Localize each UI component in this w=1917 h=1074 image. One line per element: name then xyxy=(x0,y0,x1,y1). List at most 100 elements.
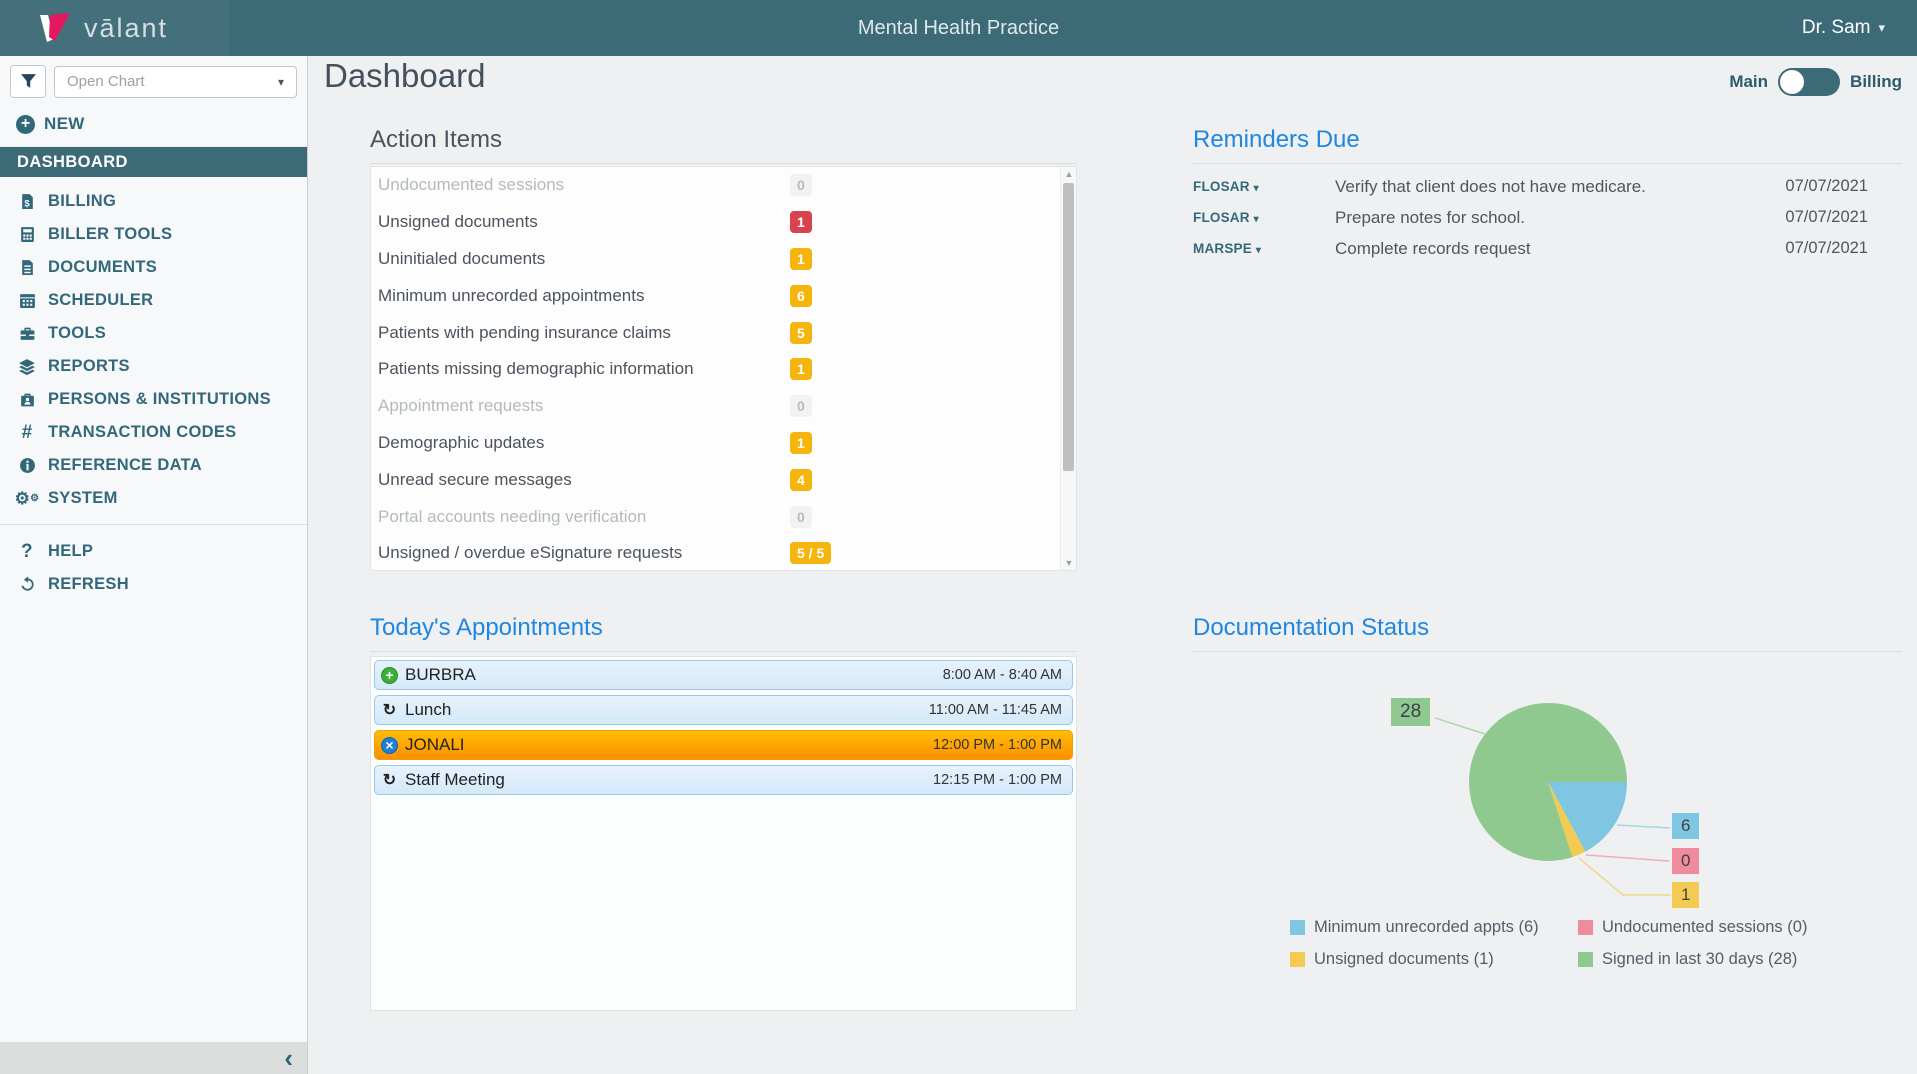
action-item-count-badge: 1 xyxy=(790,248,812,270)
reminder-patient-dropdown[interactable]: FLOSAR ▾ xyxy=(1193,210,1335,225)
reminder-row: FLOSAR ▾Verify that client does not have… xyxy=(1193,171,1902,202)
action-item-count-badge: 0 xyxy=(790,174,812,196)
appointments-panel: +BURBRA8:00 AM - 8:40 AM ↻Lunch11:00 AM -… xyxy=(370,656,1077,1011)
action-item-row[interactable]: Appointment requests0 xyxy=(371,388,1076,425)
sidebar-item-billing[interactable]: $BILLING xyxy=(0,185,307,218)
action-item-label: Unsigned / overdue eSignature requests xyxy=(378,543,790,563)
action-item-row[interactable]: Portal accounts needing verification0 xyxy=(371,498,1076,535)
collapse-sidebar-icon[interactable]: ‹ xyxy=(284,1048,293,1068)
reminder-text: Complete records request xyxy=(1335,239,1748,259)
action-item-count-badge: 1 xyxy=(790,358,812,380)
action-item-row[interactable]: Uninitialed documents1 xyxy=(371,241,1076,278)
persons-icon xyxy=(16,391,38,408)
action-item-row[interactable]: Undocumented sessions0 xyxy=(371,167,1076,204)
new-button[interactable]: + NEW xyxy=(0,104,307,147)
action-item-row[interactable]: Demographic updates1 xyxy=(371,425,1076,462)
sidebar-footer-bar: ‹ xyxy=(0,1042,307,1074)
sidebar-item-label: PERSONS & INSTITUTIONS xyxy=(48,390,271,409)
scrollbar-thumb[interactable] xyxy=(1063,183,1074,471)
main-billing-toggle: Main Billing xyxy=(1729,68,1902,96)
user-name: Dr. Sam xyxy=(1802,17,1871,39)
sidebar-item-dashboard[interactable]: DASHBOARD xyxy=(0,147,307,177)
pie-callout-value: 6 xyxy=(1672,813,1699,839)
documentation-status-section: Documentation Status 28601Minimum unreco… xyxy=(1193,614,1902,996)
plus-circle-icon: + xyxy=(381,667,398,684)
reminders-section: Reminders Due FLOSAR ▾Verify that client… xyxy=(1193,126,1902,264)
toggle-label-main[interactable]: Main xyxy=(1729,72,1768,92)
toggle-switch[interactable] xyxy=(1778,68,1840,96)
sidebar-item-persons-institutions[interactable]: PERSONS & INSTITUTIONS xyxy=(0,383,307,416)
action-item-row[interactable]: Patients with pending insurance claims5 xyxy=(371,314,1076,351)
hash-icon: # xyxy=(16,422,38,444)
filter-button[interactable] xyxy=(10,65,46,98)
sidebar-item-label: REFRESH xyxy=(48,575,129,594)
action-items-list: Undocumented sessions0Unsigned documents… xyxy=(370,166,1077,571)
action-item-label: Unread secure messages xyxy=(378,470,790,490)
sidebar-item-reference-data[interactable]: REFERENCE DATA xyxy=(0,449,307,482)
reminder-date: 07/07/2021 xyxy=(1748,239,1902,258)
page-title: Dashboard xyxy=(324,57,485,95)
open-chart-select[interactable]: Open Chart ▾ xyxy=(54,66,297,98)
sidebar-item-system[interactable]: ⚙⚙SYSTEM xyxy=(0,482,307,515)
action-item-row[interactable]: Patients missing demographic information… xyxy=(371,351,1076,388)
legend-label: Signed in last 30 days (28) xyxy=(1602,950,1797,969)
chevron-down-icon: ▾ xyxy=(1254,214,1259,225)
action-item-label: Patients with pending insurance claims xyxy=(378,323,790,343)
reminder-date: 07/07/2021 xyxy=(1748,208,1902,227)
appointment-time: 11:00 AM - 11:45 AM xyxy=(929,702,1062,718)
appointment-row[interactable]: ↻Staff Meeting12:15 PM - 1:00 PM xyxy=(374,765,1073,795)
appointment-row[interactable]: ↻Lunch11:00 AM - 11:45 AM xyxy=(374,695,1073,725)
action-item-count-badge: 0 xyxy=(790,395,812,417)
action-item-count-badge: 4 xyxy=(790,469,812,491)
sidebar-item-label: DOCUMENTS xyxy=(48,258,157,277)
toggle-label-billing[interactable]: Billing xyxy=(1850,72,1902,92)
sidebar-item-label: HELP xyxy=(48,542,93,561)
action-items-title: Action Items xyxy=(370,126,1077,164)
sidebar: Open Chart ▾ + NEW DASHBOARD $BILLINGBIL… xyxy=(0,56,308,1074)
sidebar-item-refresh[interactable]: REFRESH xyxy=(0,568,307,601)
scheduler-icon xyxy=(16,292,38,309)
legend-item: Unsigned documents (1) xyxy=(1290,950,1578,969)
reminder-row: MARSPE ▾Complete records request07/07/20… xyxy=(1193,233,1902,264)
reminder-patient-dropdown[interactable]: MARSPE ▾ xyxy=(1193,241,1335,256)
action-item-label: Portal accounts needing verification xyxy=(378,507,790,527)
help-icon: ? xyxy=(16,541,38,563)
action-item-row[interactable]: Minimum unrecorded appointments6 xyxy=(371,277,1076,314)
sidebar-item-reports[interactable]: REPORTS xyxy=(0,350,307,383)
legend-swatch-icon xyxy=(1290,920,1305,935)
action-item-row[interactable]: Unread secure messages4 xyxy=(371,461,1076,498)
appointment-label: JONALI xyxy=(405,735,465,755)
user-menu[interactable]: Dr. Sam ▾ xyxy=(1802,0,1885,56)
pie-callout-line xyxy=(1435,718,1485,734)
sidebar-item-help[interactable]: ? HELP xyxy=(0,535,307,568)
documentation-pie-chart: 28601Minimum unrecorded appts (6)Undocum… xyxy=(1193,656,1902,996)
sidebar-item-transaction-codes[interactable]: #TRANSACTION CODES xyxy=(0,416,307,449)
legend-label: Undocumented sessions (0) xyxy=(1602,918,1807,937)
scroll-down-icon[interactable]: ▼ xyxy=(1061,556,1077,570)
sidebar-item-documents[interactable]: DOCUMENTS xyxy=(0,251,307,284)
action-item-count-badge: 5 xyxy=(790,322,812,344)
sidebar-item-biller-tools[interactable]: BILLER TOOLS xyxy=(0,218,307,251)
appointments-title[interactable]: Today's Appointments xyxy=(370,614,1077,652)
reminder-patient-dropdown[interactable]: FLOSAR ▾ xyxy=(1193,179,1335,194)
appointment-row[interactable]: +BURBRA8:00 AM - 8:40 AM xyxy=(374,660,1073,690)
appointment-time: 12:00 PM - 1:00 PM xyxy=(933,737,1062,753)
x-circle-icon: × xyxy=(381,737,398,754)
action-item-row[interactable]: Unsigned / overdue eSignature requests5 … xyxy=(371,535,1076,571)
sidebar-item-tools[interactable]: TOOLS xyxy=(0,317,307,350)
pie-callout-value: 0 xyxy=(1672,848,1699,874)
action-item-row[interactable]: Unsigned documents1 xyxy=(371,204,1076,241)
tools-icon xyxy=(16,325,38,342)
open-chart-placeholder: Open Chart xyxy=(67,73,145,90)
reminder-date: 07/07/2021 xyxy=(1748,177,1902,196)
reminders-title[interactable]: Reminders Due xyxy=(1193,126,1902,164)
reminder-text: Prepare notes for school. xyxy=(1335,208,1748,228)
sidebar-item-scheduler[interactable]: SCHEDULER xyxy=(0,284,307,317)
reminder-text: Verify that client does not have medicar… xyxy=(1335,177,1748,197)
action-item-count-badge: 1 xyxy=(790,432,812,454)
appointment-row[interactable]: × JONALI 12:00 PM - 1:00 PM xyxy=(374,730,1073,760)
documentation-status-title[interactable]: Documentation Status xyxy=(1193,614,1902,652)
filter-icon xyxy=(20,73,37,90)
pie-callout-value: 1 xyxy=(1672,882,1699,908)
scroll-up-icon[interactable]: ▲ xyxy=(1061,167,1077,181)
